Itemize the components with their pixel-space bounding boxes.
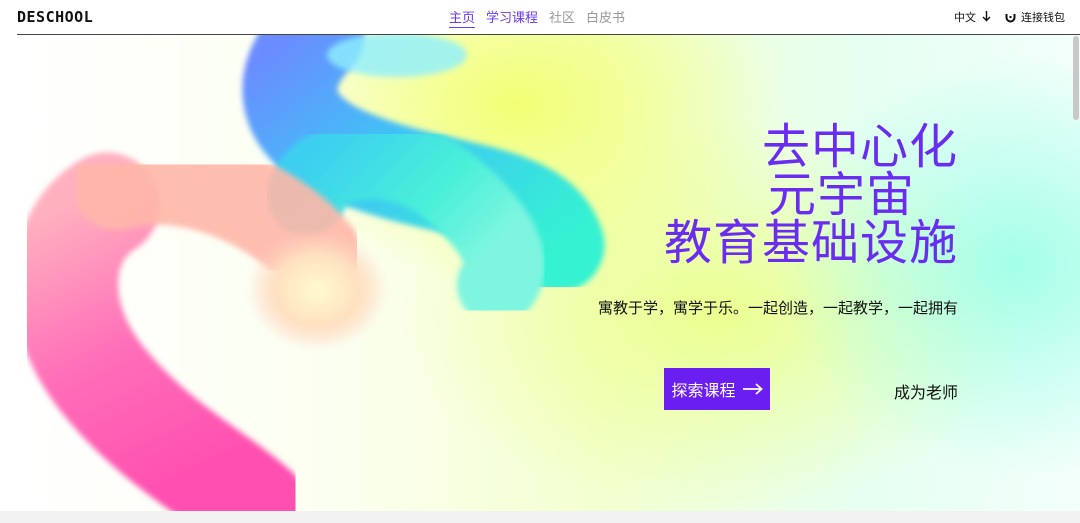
nav-item-courses[interactable]: 学习课程 [486,7,538,28]
connect-wallet-button[interactable]: 连接钱包 [1005,9,1065,25]
arrow-right-icon [742,383,763,395]
wallet-label: 连接钱包 [1021,11,1065,24]
nav-item-home[interactable]: 主页 [449,7,476,28]
arrow-down-icon [982,11,990,22]
gradient-blob-illustration [17,35,605,511]
nav-item-whitepaper[interactable]: 白皮书 [586,7,625,28]
hero-tagline: 寓教于学，寓学于乐。一起创造，一起教学，一起拥有 [597,299,958,317]
top-bar: DESCHOOL 主页 学习课程 社区 白皮书 中文 连接钱包 [0,0,1080,34]
explore-courses-label: 探索课程 [671,383,736,400]
page-bottom-strip [0,511,1080,523]
hero-section: 去中心化 元宇宙 教育基础设施 寓教于学，寓学于乐。一起创造，一起教学，一起拥有… [17,35,1080,511]
scrollbar-thumb[interactable] [1073,36,1079,120]
language-selector[interactable]: 中文 [954,9,991,25]
logo-text: DESCHOOL [17,8,94,26]
logo[interactable]: DESCHOOL [17,8,93,26]
headline-line-1: 去中心化 [761,119,958,175]
main-nav: 主页 学习课程 社区 白皮书 [449,7,625,28]
language-label: 中文 [954,11,976,24]
nav-item-community[interactable]: 社区 [549,7,575,28]
headline-line-2: 元宇宙 [767,167,915,223]
explore-courses-button[interactable]: 探索课程 [664,368,770,410]
become-teacher-link[interactable]: 成为老师 [894,379,958,403]
headline-line-3: 教育基础设施 [663,215,958,271]
wallet-icon [1005,13,1016,22]
hero-headline: 去中心化 元宇宙 教育基础设施 [664,123,958,267]
